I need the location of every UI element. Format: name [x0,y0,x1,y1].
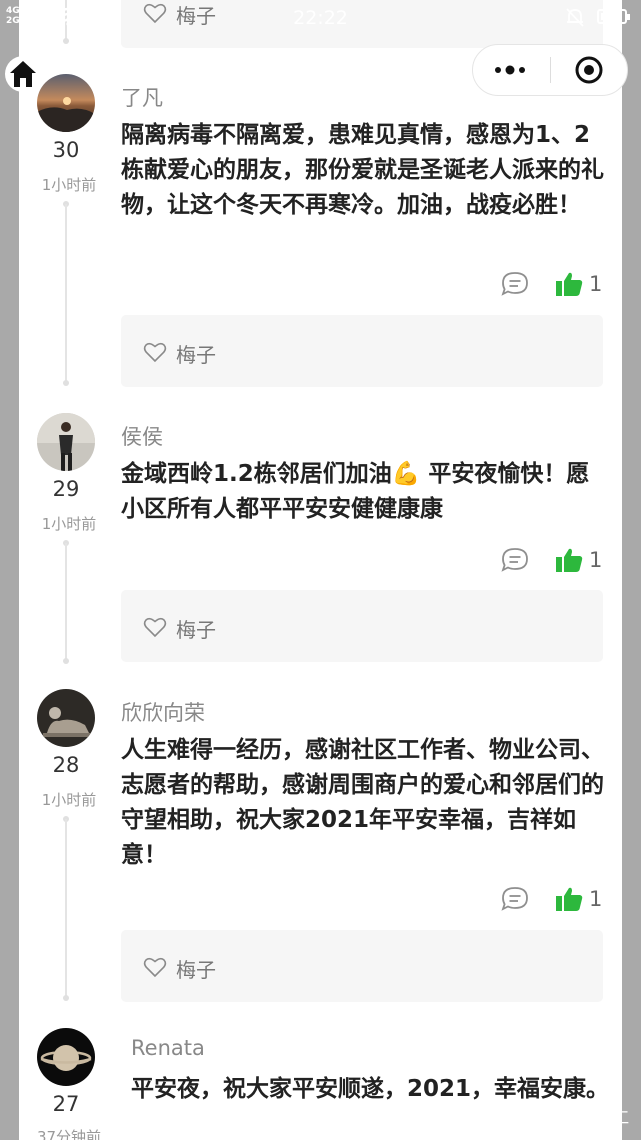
like-count: 30 [52,138,80,162]
reply-icon[interactable] [501,547,529,573]
comment-time: 1小时前 [41,791,97,809]
comment-author[interactable]: 欣欣向荣 [121,697,205,727]
more-dots-icon [495,65,525,75]
avatar[interactable] [37,413,95,471]
comments-page: 梅子 30 1小时前 了凡 隔离病毒不隔离爱，患难见真情，感恩为1、2栋献爱心的… [19,0,622,1140]
timeline-line [65,819,67,997]
thumb-count: 1 [589,272,603,296]
comment-text: 平安夜，祝大家平安顺遂，2021，幸福安康。 [131,1076,610,1102]
comment-text: 金域西岭1.2栋邻居们加油💪 平安夜愉快！愿小区所有人都平平安安健健康康 [121,461,590,522]
thumbs-up-icon[interactable] [555,886,583,912]
comment-time: 1小时前 [41,515,97,533]
avatar[interactable] [37,1028,95,1086]
battery-icon [597,9,630,24]
avatar[interactable] [37,689,95,747]
heart-icon [143,617,167,638]
thumb-count: 1 [589,887,603,911]
status-bar: 4G 2G ••• 22:22 [0,0,641,34]
reply-box[interactable]: 梅子 [121,590,603,662]
reply-box[interactable]: 梅子 [121,930,603,1002]
comment-author[interactable]: 了凡 [121,82,163,112]
comment-text: 人生难得一经历，感谢社区工作者、物业公司、志愿者的帮助，感谢周围商户的爱心和邻居… [121,737,604,868]
timeline-dot [63,380,69,386]
reply-author: 梅子 [176,618,216,642]
comment-text: 隔离病毒不隔离爱，患难见真情，感恩为1、2栋献爱心的朋友，那份爱就是圣诞老人派来… [121,122,604,218]
thumbs-up-icon[interactable] [555,271,583,297]
watermark: 头条 @成都大同社工 [480,1108,630,1127]
clock: 22:22 [293,7,348,29]
reply-icon[interactable] [501,886,529,912]
home-button[interactable] [5,56,41,92]
capsule-menu [472,44,628,96]
close-button[interactable] [551,45,628,95]
more-button[interactable] [473,45,550,95]
like-count: 28 [52,753,80,777]
like-count: 27 [52,1092,80,1116]
home-icon [10,61,36,87]
timeline-dot [63,38,69,44]
like-count: 29 [52,477,80,501]
thumbs-up-icon[interactable] [555,547,583,573]
comment-time: 1小时前 [41,176,97,194]
timeline-dot [63,995,69,1001]
avatar[interactable] [37,74,95,132]
heart-icon [143,342,167,363]
comment-time: 37分钟前 [36,1128,102,1140]
reply-icon[interactable] [501,271,529,297]
heart-icon [143,957,167,978]
timeline-line [65,543,67,660]
reply-box[interactable]: 梅子 [121,315,603,387]
comment-author[interactable]: 侯侯 [121,421,163,451]
reply-author: 梅子 [176,958,216,982]
comment-author[interactable]: Renata [131,1036,205,1060]
target-close-icon [575,56,603,84]
timeline-dot [63,658,69,664]
timeline-line [65,204,67,382]
thumb-count: 1 [589,548,603,572]
mute-bell-icon [566,8,584,27]
reply-author: 梅子 [176,343,216,367]
